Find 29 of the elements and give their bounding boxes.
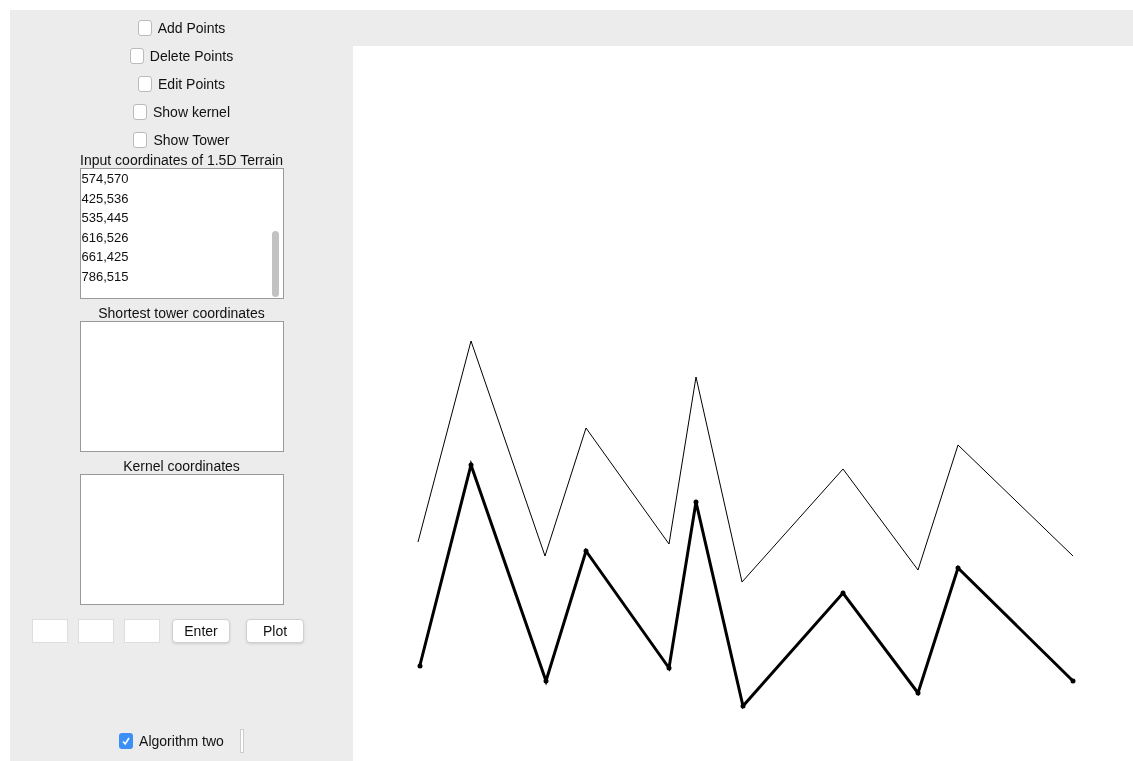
text-field[interactable] (239, 729, 244, 753)
tower-list[interactable] (79, 321, 284, 452)
scrollbar-thumb[interactable] (271, 231, 279, 297)
input-field[interactable] (78, 619, 114, 643)
list-label: Input coordinates of 1.5D Terrain (80, 152, 283, 168)
list-item[interactable]: 616,526 (81, 227, 129, 247)
checkbox-label: Show kernel (152, 102, 230, 122)
push-button[interactable]: Enter (172, 619, 230, 643)
checkbox[interactable] (119, 733, 134, 749)
list-item[interactable]: 425,536 (81, 188, 129, 208)
checkbox[interactable] (138, 76, 153, 92)
list-item[interactable]: 574,570 (81, 169, 129, 189)
checkbox-label: Edit Points (158, 74, 225, 94)
checkbox-label: Show Tower (153, 130, 230, 150)
checkbox-label: Delete Points (149, 46, 234, 66)
checkbox-label: Algorithm two (139, 731, 224, 751)
checkbox[interactable] (133, 132, 148, 148)
kernel-list[interactable] (79, 474, 284, 605)
input-field[interactable] (124, 619, 160, 643)
list-item[interactable]: 786,515 (81, 266, 129, 286)
list-item[interactable]: 661,425 (81, 247, 129, 267)
push-button[interactable]: Plot (246, 619, 304, 643)
list-item[interactable]: 535,445 (81, 208, 129, 228)
list-label: Kernel coordinates (123, 458, 240, 474)
checkmark-icon (121, 736, 132, 746)
input-field[interactable] (32, 619, 68, 643)
input-list[interactable]: 574,570 425,536 535,445 616,526 661,425 786,515 (79, 168, 284, 299)
checkbox-label: Add Points (157, 18, 226, 38)
list-label: Shortest tower coordinates (98, 305, 265, 321)
